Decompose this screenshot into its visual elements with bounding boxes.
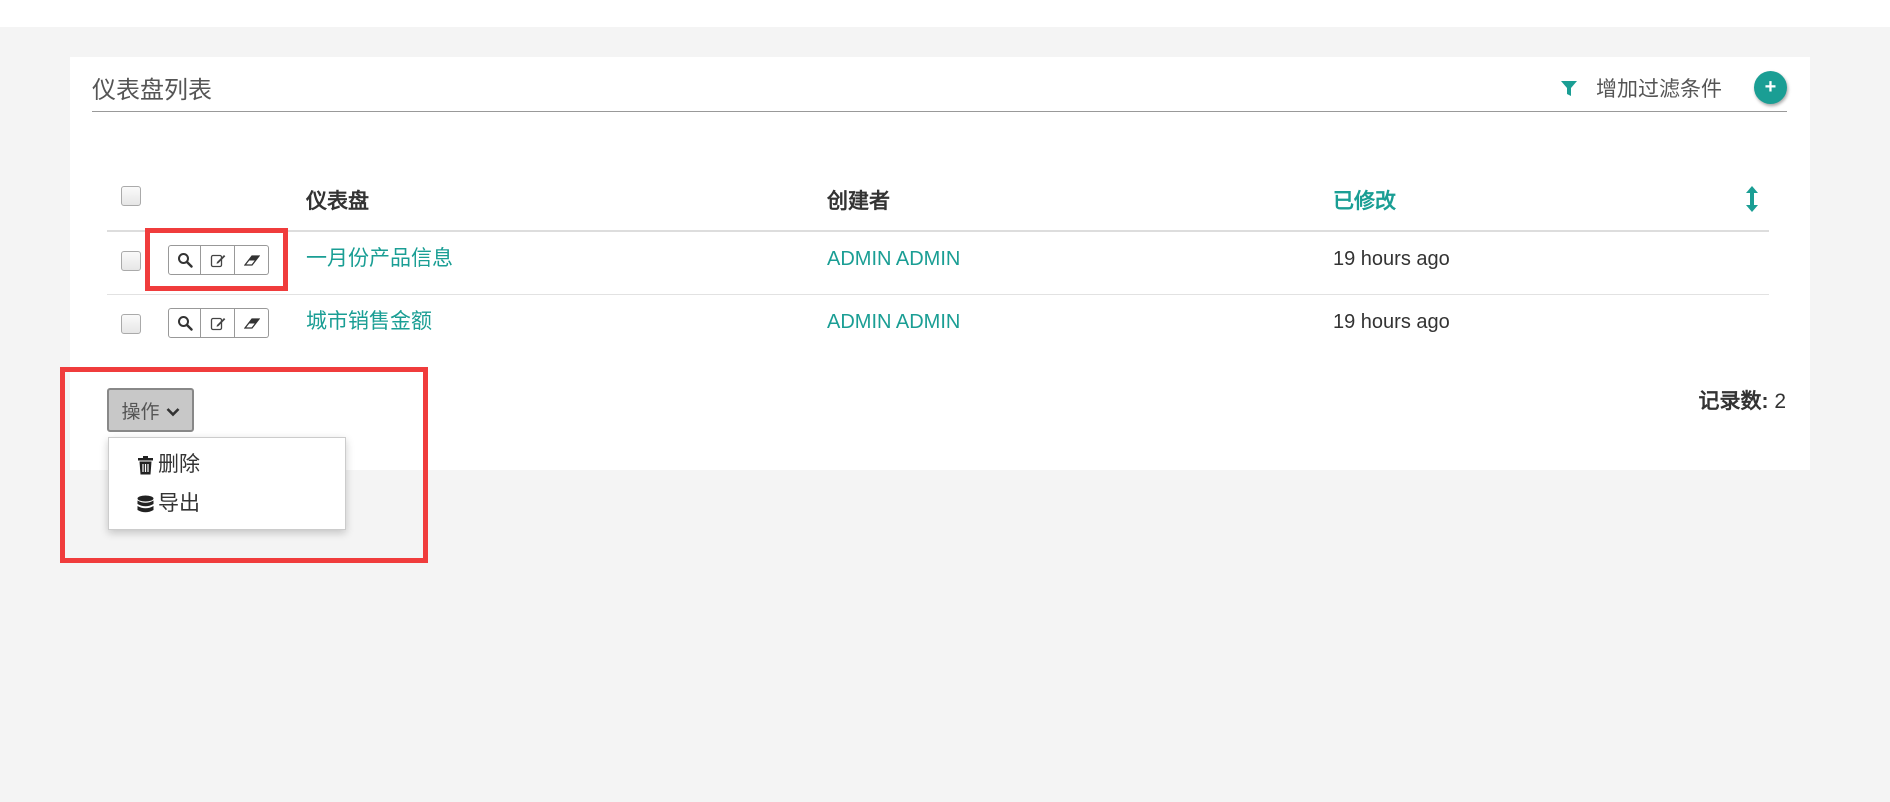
title-divider <box>92 111 1787 112</box>
eraser-icon <box>243 255 260 266</box>
database-icon <box>137 495 154 512</box>
operations-dropdown-button[interactable]: 操作 <box>107 388 194 432</box>
column-header-modified[interactable]: 已修改 <box>1333 188 1396 216</box>
add-dashboard-button[interactable]: + <box>1754 71 1787 104</box>
plus-icon: + <box>1764 75 1777 98</box>
chevron-down-icon <box>166 408 179 417</box>
filter-icon[interactable] <box>1561 81 1577 97</box>
operations-menu: 删除 导出 <box>108 437 346 530</box>
dashboard-name-link[interactable]: 一月份产品信息 <box>306 245 453 273</box>
creator-link[interactable]: ADMIN ADMIN <box>827 308 960 336</box>
eraser-icon <box>243 318 260 329</box>
record-count-label: 记录数: <box>1698 390 1769 413</box>
clear-button[interactable] <box>235 308 269 338</box>
column-header-creator[interactable]: 创建者 <box>827 188 890 216</box>
menu-item-delete[interactable]: 删除 <box>137 451 200 479</box>
edit-button[interactable] <box>201 245 235 275</box>
search-icon <box>177 316 193 331</box>
view-button[interactable] <box>168 245 201 275</box>
trash-icon <box>138 455 153 474</box>
row-divider <box>107 294 1769 295</box>
dashboard-name-link[interactable]: 城市销售金额 <box>306 308 432 336</box>
edit-icon <box>210 254 225 268</box>
menu-item-export[interactable]: 导出 <box>137 490 200 518</box>
clear-button[interactable] <box>235 245 269 275</box>
creator-link[interactable]: ADMIN ADMIN <box>827 245 960 273</box>
sort-icon[interactable] <box>1745 186 1759 212</box>
edit-icon <box>210 317 225 331</box>
header-divider <box>107 230 1769 232</box>
operations-label: 操作 <box>121 401 160 423</box>
edit-button[interactable] <box>201 308 235 338</box>
add-filter-button[interactable]: 增加过滤条件 <box>1596 76 1722 104</box>
row-checkbox[interactable] <box>121 314 141 334</box>
record-count-value: 2 <box>1774 390 1786 413</box>
menu-item-label: 删除 <box>158 453 200 476</box>
row-action-buttons <box>168 245 269 275</box>
column-header-dashboard[interactable]: 仪表盘 <box>306 188 369 216</box>
modified-time: 19 hours ago <box>1333 248 1450 270</box>
menu-item-label: 导出 <box>158 492 200 515</box>
record-count: 记录数: 2 <box>1698 388 1786 416</box>
search-icon <box>177 253 193 268</box>
row-checkbox[interactable] <box>121 251 141 271</box>
modified-time: 19 hours ago <box>1333 311 1450 333</box>
top-bar <box>0 0 1890 27</box>
row-action-buttons <box>168 308 269 338</box>
page-title: 仪表盘列表 <box>92 77 212 104</box>
view-button[interactable] <box>168 308 201 338</box>
select-all-checkbox[interactable] <box>121 186 141 206</box>
